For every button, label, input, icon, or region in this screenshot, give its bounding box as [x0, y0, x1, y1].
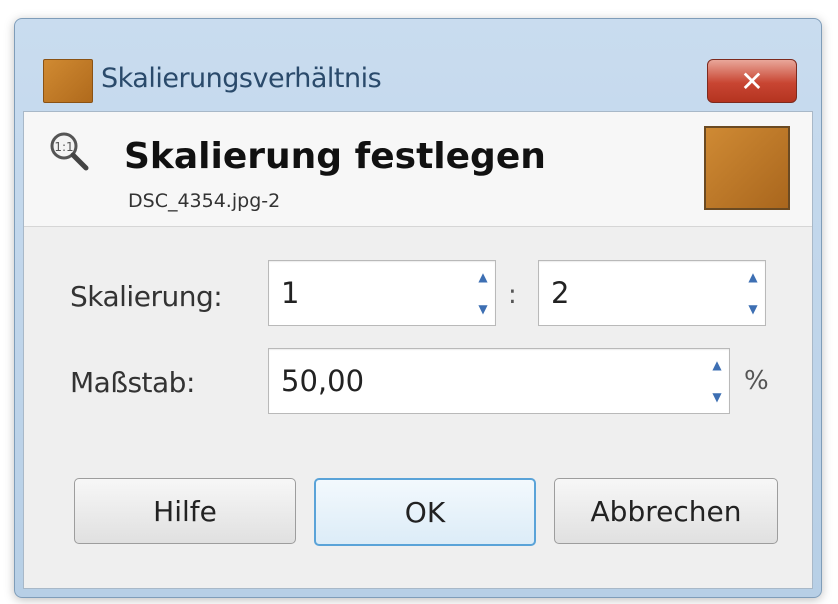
title-bar[interactable]: Skalierungsverhältnis ✕ [15, 19, 821, 109]
cancel-button-label: Abbrechen [590, 494, 742, 528]
dialog-heading: Skalierung festlegen [124, 136, 546, 177]
scale-label: Skalierung: [70, 280, 223, 313]
scale-denominator-spinbox[interactable]: 2 ▲ ▼ [538, 260, 766, 326]
scale-denominator-stepper[interactable]: ▲ ▼ [741, 261, 765, 325]
zoom-icon: 1:1 [50, 132, 89, 171]
ok-button[interactable]: OK [314, 478, 536, 546]
scale-numerator-spinbox[interactable]: 1 ▲ ▼ [268, 260, 496, 326]
chevron-up-icon[interactable]: ▲ [741, 261, 765, 293]
chevron-down-icon[interactable]: ▼ [741, 293, 765, 325]
ratio-separator: : [508, 280, 517, 310]
scale-numerator-stepper[interactable]: ▲ ▼ [471, 261, 495, 325]
svg-text:1:1: 1:1 [54, 140, 73, 154]
close-button[interactable]: ✕ [707, 59, 797, 103]
chevron-up-icon[interactable]: ▲ [471, 261, 495, 293]
scale-denominator-value[interactable]: 2 [551, 276, 569, 310]
help-button-label: Hilfe [153, 494, 217, 528]
close-icon: ✕ [740, 64, 764, 98]
percent-stepper[interactable]: ▲ ▼ [705, 349, 729, 413]
scale-numerator-value[interactable]: 1 [281, 276, 299, 310]
window-title: Skalierungsverhältnis [101, 63, 382, 94]
percent-unit: % [744, 366, 769, 396]
percent-spinbox[interactable]: 50,00 ▲ ▼ [268, 348, 730, 414]
cancel-button[interactable]: Abbrechen [554, 478, 778, 544]
dialog-content: 1:1 Skalierung festlegen DSC_4354.jpg-2 … [23, 111, 813, 589]
percent-label: Maßstab: [70, 366, 195, 399]
image-name: DSC_4354.jpg-2 [128, 190, 281, 212]
dialog-window: Skalierungsverhältnis ✕ 1:1 Skalierung f… [14, 18, 822, 598]
app-icon [43, 59, 93, 103]
ok-button-label: OK [404, 495, 446, 529]
chevron-up-icon[interactable]: ▲ [705, 349, 729, 381]
help-button[interactable]: Hilfe [74, 478, 296, 544]
chevron-down-icon[interactable]: ▼ [471, 293, 495, 325]
dialog-header: 1:1 Skalierung festlegen DSC_4354.jpg-2 [24, 112, 812, 227]
image-thumbnail [704, 126, 790, 210]
percent-value[interactable]: 50,00 [281, 364, 364, 398]
chevron-down-icon[interactable]: ▼ [705, 381, 729, 413]
